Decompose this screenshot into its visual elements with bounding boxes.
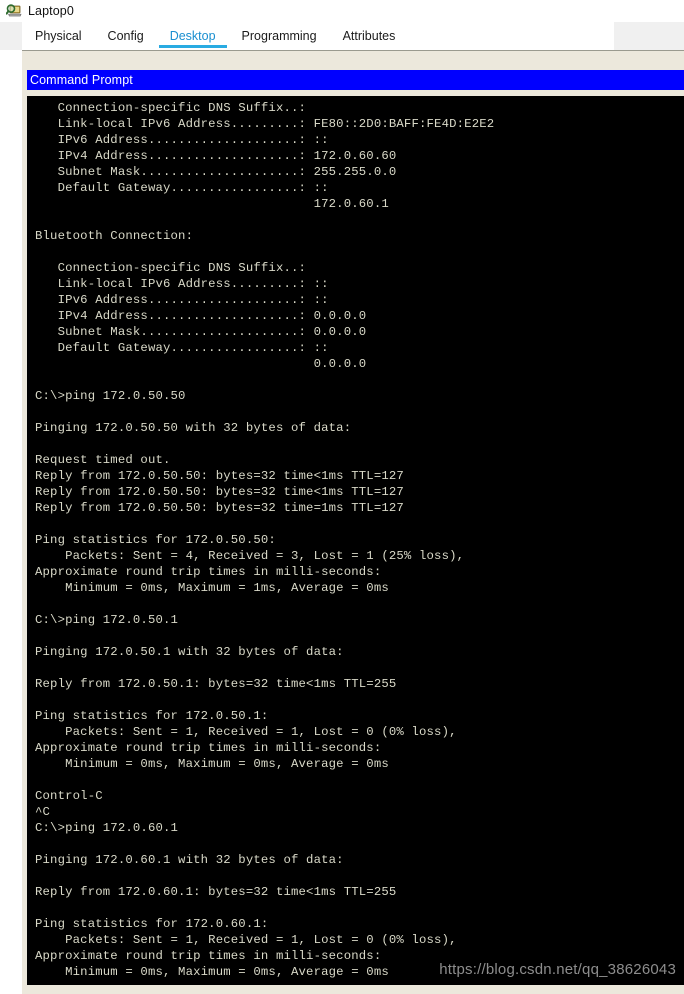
terminal-output: Connection-specific DNS Suffix..: Link-l… [35,101,495,979]
command-prompt-titlebar[interactable]: Command Prompt [27,70,684,90]
tab-config[interactable]: Config [95,22,157,50]
laptop-magnifier-icon [5,3,22,19]
command-prompt-body[interactable]: Connection-specific DNS Suffix..: Link-l… [27,96,684,985]
tab-desktop-label: Desktop [169,29,216,43]
window-title: Laptop0 [28,4,74,18]
tab-physical-label: Physical [35,29,82,43]
tab-desktop[interactable]: Desktop [157,22,229,50]
desktop-tab-panel: Command Prompt Connection-specific DNS S… [22,50,684,994]
command-prompt-window: Command Prompt Connection-specific DNS S… [27,70,684,985]
tab-programming[interactable]: Programming [229,22,330,50]
tab-list: Physical Config Desktop Programming Attr… [0,22,408,50]
window-titlebar: Laptop0 [0,0,684,22]
command-prompt-title: Command Prompt [30,73,133,87]
tab-programming-label: Programming [241,29,317,43]
tab-strip: Physical Config Desktop Programming Attr… [0,22,684,50]
tab-config-label: Config [107,29,144,43]
tab-physical[interactable]: Physical [22,22,95,50]
tab-attributes[interactable]: Attributes [330,22,409,50]
tab-attributes-label: Attributes [342,29,396,43]
